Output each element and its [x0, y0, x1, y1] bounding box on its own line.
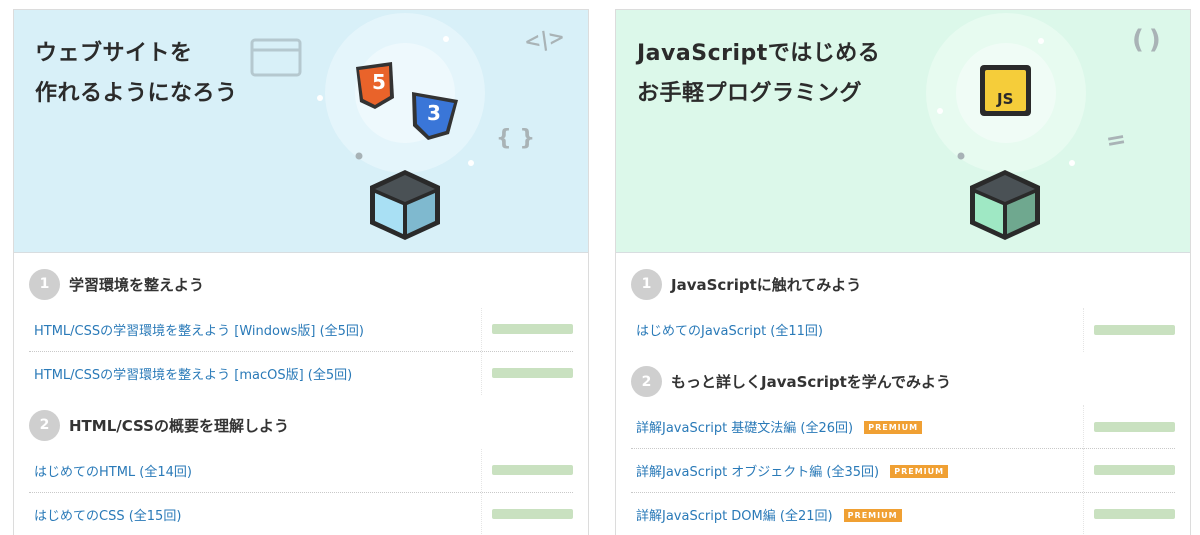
- section-title: HTML/CSSの概要を理解しよう: [69, 416, 289, 435]
- section-header: 1 学習環境を整えよう: [29, 268, 573, 300]
- cube-icon: [970, 170, 1040, 240]
- hero-title-line1: ウェブサイトを: [35, 41, 193, 66]
- course-row: HTML/CSSの学習環境を整えよう [Windows版] (全5回): [29, 307, 573, 352]
- section-number: 1: [29, 268, 60, 300]
- course-link[interactable]: はじめてのHTML (全14回): [34, 461, 192, 480]
- premium-badge: PREMIUM: [864, 421, 923, 435]
- course-link[interactable]: 詳解JavaScript オブジェクト編 (全35回): [636, 465, 879, 480]
- section-header: 2 もっと詳しくJavaScriptを学んでみよう: [631, 366, 1175, 398]
- course-list: 1 JavaScriptに触れてみよう はじめてのJavaScript (全11…: [616, 253, 1190, 535]
- section-title: 学習環境を整えよう: [69, 275, 205, 294]
- hero-title-line2: 作れるようになろう: [35, 81, 238, 106]
- course-list: 1 学習環境を整えよう HTML/CSSの学習環境を整えよう [Windows版…: [14, 253, 588, 535]
- progress-bar: [1094, 324, 1175, 335]
- progress-bar: [492, 509, 573, 520]
- progress-bar: [492, 465, 573, 476]
- course-row: はじめてのCSS (全15回): [29, 492, 573, 535]
- hero-title-line1: JavaScriptではじめる: [637, 41, 881, 66]
- hero-banner[interactable]: ウェブサイトを 作れるようになろう 5 3 <|> { }: [14, 10, 588, 253]
- badge-5-label: 5: [372, 70, 386, 94]
- course-link[interactable]: 詳解JavaScript 基礎文法編 (全26回): [636, 421, 853, 436]
- section-title: JavaScriptに触れてみよう: [671, 275, 862, 294]
- section-title: もっと詳しくJavaScriptを学んでみよう: [671, 373, 951, 391]
- progress-bar: [1094, 509, 1175, 520]
- progress-bar: [1094, 465, 1175, 476]
- hero-title-line2: お手軽プログラミング: [637, 81, 863, 106]
- hero-title: ウェブサイトを 作れるようになろう: [35, 34, 238, 114]
- section-number: 1: [631, 268, 662, 300]
- course-row: はじめてのJavaScript (全11回): [631, 308, 1175, 352]
- course-card-html-css: ウェブサイトを 作れるようになろう 5 3 <|> { } 1 学習環境を整えよ…: [13, 9, 589, 535]
- browser-window-icon: [250, 38, 302, 77]
- course-link[interactable]: HTML/CSSの学習環境を整えよう [Windows版] (全5回): [34, 320, 364, 339]
- curly-braces-deco-icon: { }: [496, 126, 535, 151]
- hero-title: JavaScriptではじめる お手軽プログラミング: [637, 34, 880, 114]
- course-link[interactable]: はじめてのJavaScript (全11回): [636, 320, 823, 339]
- section-header: 1 JavaScriptに触れてみよう: [631, 268, 1175, 300]
- course-row: 詳解JavaScript DOM編 (全21回) PREMIUM: [631, 492, 1175, 535]
- cube-icon: [370, 170, 440, 240]
- progress-bar: [492, 368, 573, 379]
- section-header: 2 HTML/CSSの概要を理解しよう: [29, 409, 573, 441]
- progress-bar: [492, 324, 573, 335]
- course-link[interactable]: 詳解JavaScript DOM編 (全21回): [636, 509, 833, 524]
- course-row: HTML/CSSの学習環境を整えよう [macOS版] (全5回): [29, 351, 573, 395]
- course-row: はじめてのHTML (全14回): [29, 448, 573, 493]
- progress-bar: [1094, 421, 1175, 432]
- course-card-javascript: JavaScriptではじめる お手軽プログラミング JS ( ) = 1 Ja…: [615, 9, 1191, 535]
- premium-badge: PREMIUM: [843, 508, 902, 522]
- section-number: 2: [29, 409, 60, 441]
- hero-banner[interactable]: JavaScriptではじめる お手軽プログラミング JS ( ) =: [616, 10, 1190, 253]
- badge-3-label: 3: [427, 101, 441, 125]
- parentheses-deco-icon: ( ): [1132, 25, 1161, 55]
- course-link[interactable]: はじめてのCSS (全15回): [34, 505, 181, 524]
- premium-badge: PREMIUM: [890, 464, 949, 478]
- course-row: 詳解JavaScript オブジェクト編 (全35回) PREMIUM: [631, 448, 1175, 493]
- js-badge-label: JS: [997, 90, 1014, 108]
- course-row: 詳解JavaScript 基礎文法編 (全26回) PREMIUM: [631, 405, 1175, 449]
- section-number: 2: [631, 366, 662, 397]
- course-link[interactable]: HTML/CSSの学習環境を整えよう [macOS版] (全5回): [34, 364, 352, 383]
